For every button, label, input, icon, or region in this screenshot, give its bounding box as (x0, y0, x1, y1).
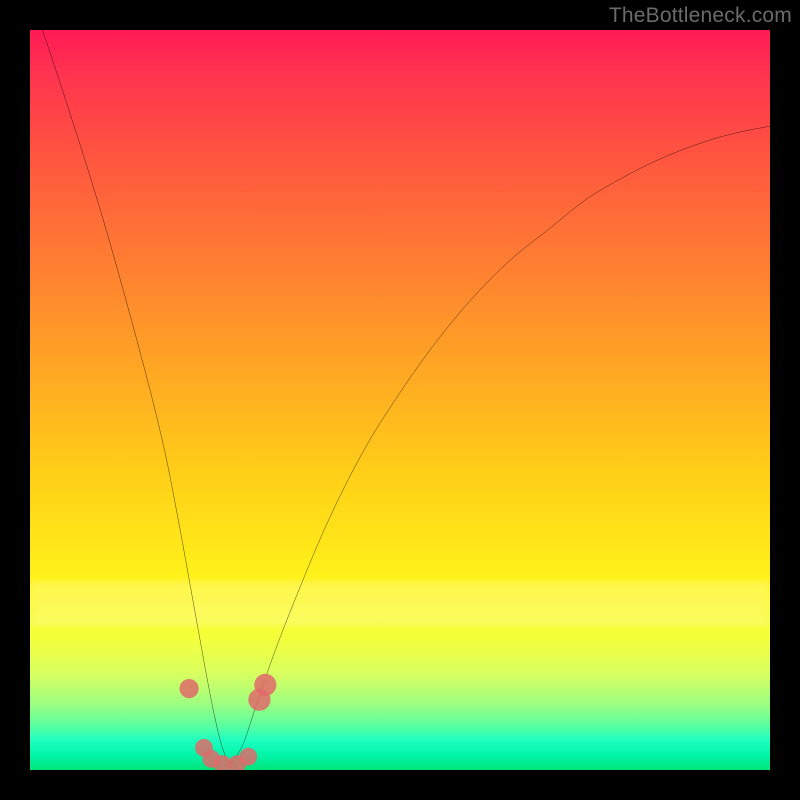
curve-marker (254, 674, 276, 696)
plot-area (30, 30, 770, 770)
curve-marker (179, 679, 198, 698)
outer-frame: TheBottleneck.com (0, 0, 800, 800)
watermark-text: TheBottleneck.com (609, 4, 792, 28)
curve-markers (179, 674, 276, 770)
bottleneck-curve (30, 30, 770, 763)
curve-layer (30, 30, 770, 770)
curve-marker (239, 748, 257, 766)
